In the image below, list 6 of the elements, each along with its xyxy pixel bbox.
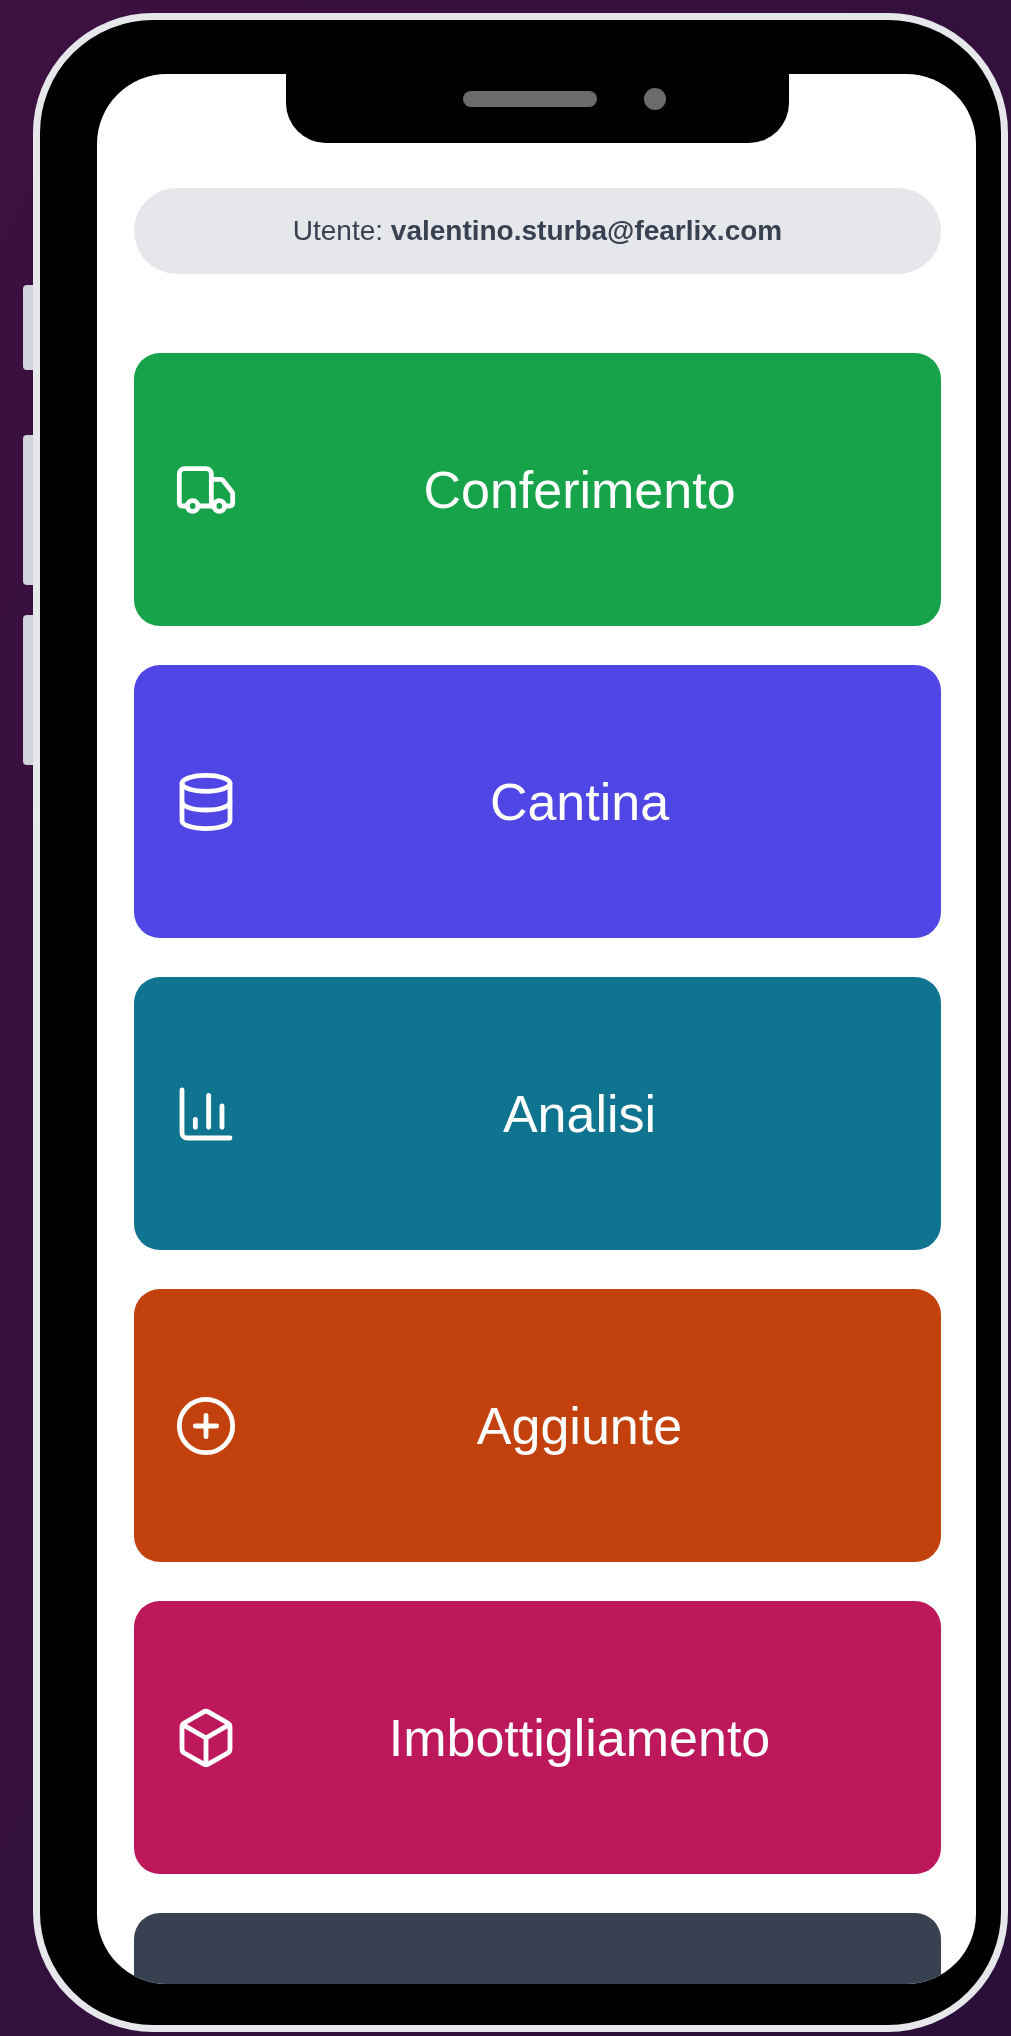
menu-button[interactable]: Conferimento [134, 353, 941, 626]
menu-button[interactable]: Analisi [134, 977, 941, 1250]
menu-button[interactable]: Cantina [134, 665, 941, 938]
menu-button[interactable]: Aggiunte [134, 1289, 941, 1562]
user-label: Utente: valentino.sturba@fearlix.com [292, 214, 783, 248]
menu-button[interactable]: Imbottigliamento [134, 1601, 941, 1874]
